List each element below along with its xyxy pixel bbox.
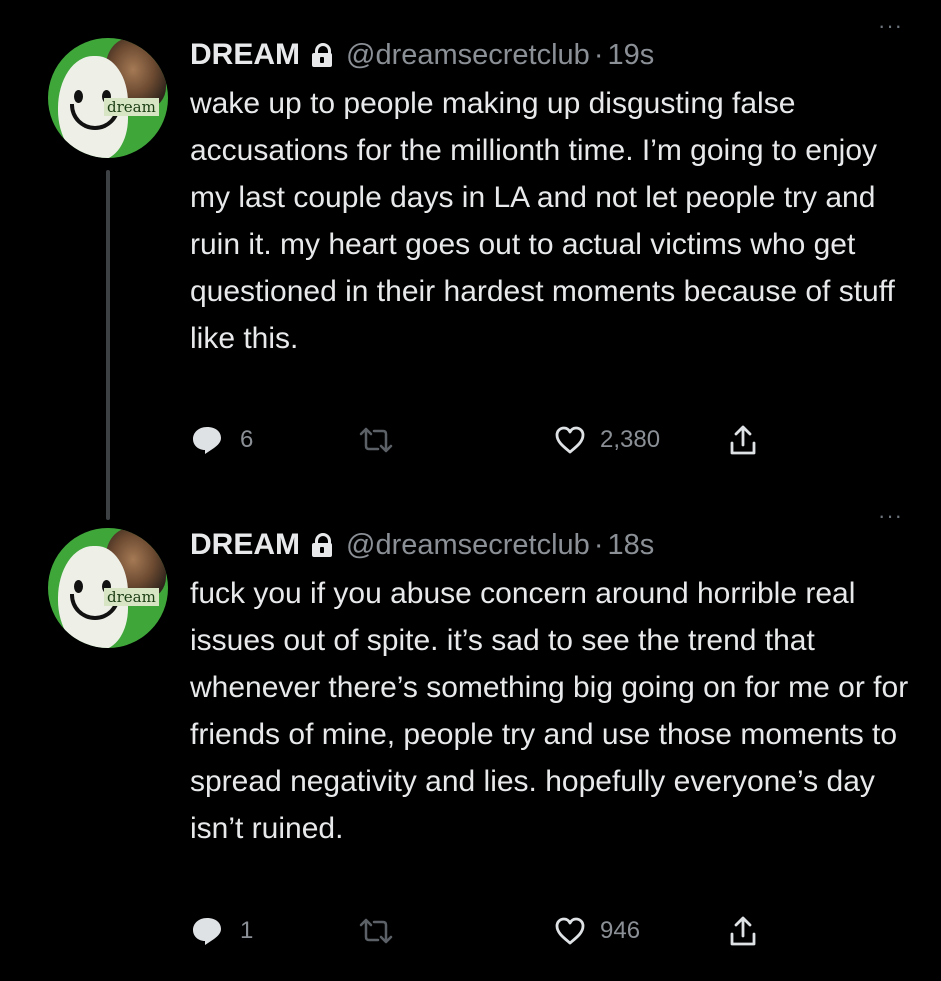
display-name[interactable]: DREAM (190, 528, 300, 562)
more-icon[interactable]: ··· (878, 505, 903, 527)
separator-dot: · (593, 528, 604, 561)
tweet-timestamp[interactable]: 19s (607, 39, 654, 72)
avatar[interactable]: dream (48, 528, 168, 648)
reply-icon (190, 914, 224, 948)
like-button[interactable]: 946 (554, 911, 640, 951)
retweet-icon (358, 916, 394, 946)
share-icon (728, 423, 758, 457)
avatar-label: dream (104, 588, 159, 606)
user-handle[interactable]: @dreamsecretclub (346, 39, 590, 72)
thread-connector-line (106, 170, 110, 520)
reply-icon (190, 423, 224, 457)
tweet-header: DREAM @dreamsecretclub · 19s (190, 32, 910, 78)
tweet-text: fuck you if you abuse concern around hor… (190, 577, 909, 845)
like-count: 2,380 (600, 426, 661, 453)
retweet-button[interactable] (358, 420, 394, 460)
like-icon (554, 916, 586, 946)
lock-icon (312, 533, 332, 557)
lock-icon (312, 43, 332, 67)
avatar[interactable]: dream (48, 38, 168, 158)
tweet-content: DREAM @dreamsecretclub · 18s fuck you if… (190, 522, 910, 852)
user-handle[interactable]: @dreamsecretclub (346, 529, 590, 562)
reply-button[interactable]: 6 (190, 420, 253, 460)
avatar-label: dream (104, 98, 159, 116)
reply-count: 6 (240, 426, 254, 453)
more-icon[interactable]: ··· (878, 15, 903, 37)
retweet-icon (358, 425, 394, 455)
share-icon (728, 914, 758, 948)
avatar-eye (74, 90, 83, 103)
like-icon (554, 425, 586, 455)
share-button[interactable] (728, 911, 758, 951)
display-name[interactable]: DREAM (190, 38, 300, 72)
tweet-actions: 6 2,380 (190, 420, 790, 460)
avatar-eye (74, 580, 83, 593)
reply-count: 1 (240, 917, 254, 944)
tweet-actions: 1 946 (190, 911, 790, 951)
tweet-text: wake up to people making up disgusting f… (190, 87, 895, 355)
tweet-timestamp[interactable]: 18s (607, 529, 654, 562)
retweet-button[interactable] (358, 911, 394, 951)
separator-dot: · (593, 38, 604, 71)
tweet-header: DREAM @dreamsecretclub · 18s (190, 522, 910, 568)
tweet-content: DREAM @dreamsecretclub · 19s wake up to … (190, 32, 910, 362)
share-button[interactable] (728, 420, 758, 460)
thread: dream DREAM @dreamsecretclub · 19s wake … (0, 0, 941, 981)
like-count: 946 (600, 917, 641, 944)
reply-button[interactable]: 1 (190, 911, 253, 951)
like-button[interactable]: 2,380 (554, 420, 660, 460)
